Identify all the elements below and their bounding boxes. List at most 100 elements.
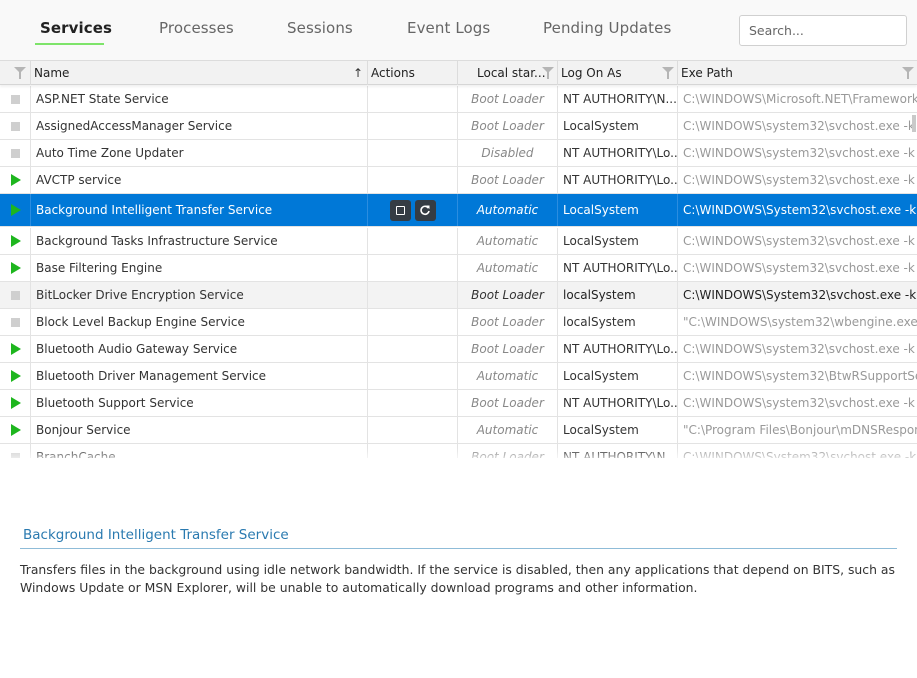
table-row[interactable]: ASP.NET State Service Boot Loader NT AUTHO… <box>0 86 917 113</box>
exe-path: C:\WINDOWS\system32\svchost.exe -k A... <box>683 119 917 133</box>
exe-path: C:\WINDOWS\system32\svchost.exe -k L... <box>683 342 917 356</box>
table-row[interactable]: AssignedAccessManager Service Boot Loader… <box>0 113 917 140</box>
table-row[interactable]: BitLocker Drive Encryption Service Boot L… <box>0 282 917 309</box>
log-on-as: NT AUTHORITY\Lo... <box>558 255 678 281</box>
actions-cell <box>368 444 458 458</box>
exe-path: C:\WINDOWS\system32\svchost.exe -k L... <box>683 396 917 410</box>
table-row[interactable]: Bluetooth Driver Management Service Autom… <box>0 363 917 390</box>
active-tab-indicator <box>35 43 104 45</box>
header-exe-path[interactable]: Exe Path <box>678 61 917 85</box>
startup-type: Boot Loader <box>458 86 558 112</box>
stopped-icon <box>10 94 20 104</box>
startup-type: Boot Loader <box>458 336 558 362</box>
service-name: ASP.NET State Service <box>31 86 368 112</box>
actions-cell <box>368 363 458 389</box>
table-row[interactable]: Bonjour Service Automatic LocalSystem "C:\P… <box>0 417 917 444</box>
running-icon <box>11 424 21 436</box>
header-name[interactable]: Name ↑ <box>31 61 368 85</box>
service-name: Background Intelligent Transfer Service <box>31 194 368 226</box>
stopped-icon <box>10 317 20 327</box>
services-grid: Name ↑ Actions Local star... Log On As E… <box>0 60 917 458</box>
exe-path: C:\WINDOWS\Microsoft.NET\Framework... <box>683 92 917 106</box>
actions-cell <box>368 86 458 112</box>
startup-type: Automatic <box>458 228 558 254</box>
log-on-as: NT AUTHORITY\Lo... <box>558 390 678 416</box>
startup-type: Boot Loader <box>458 390 558 416</box>
service-name: Bluetooth Driver Management Service <box>31 363 368 389</box>
actions-cell <box>368 336 458 362</box>
header-status <box>0 61 31 85</box>
actions-cell <box>368 309 458 335</box>
actions-cell <box>368 167 458 193</box>
service-name: Bluetooth Audio Gateway Service <box>31 336 368 362</box>
table-row[interactable]: Block Level Backup Engine Service Boot Lo… <box>0 309 917 336</box>
table-row[interactable]: Bluetooth Audio Gateway Service Boot Load… <box>0 336 917 363</box>
filter-icon[interactable] <box>662 67 674 79</box>
actions-cell <box>368 282 458 308</box>
status-cell <box>0 167 31 193</box>
startup-type: Automatic <box>458 363 558 389</box>
header-log-on-as[interactable]: Log On As <box>558 61 678 85</box>
exe-path: C:\WINDOWS\System32\svchost.exe -k n... <box>683 203 917 217</box>
log-on-as: LocalSystem <box>558 417 678 443</box>
log-on-as: NT AUTHORITY\Lo... <box>558 140 678 166</box>
table-row[interactable]: AVCTP service Boot Loader NT AUTHORITY\Lo.… <box>0 167 917 194</box>
table-row[interactable]: Base Filtering Engine Automatic NT AUTHORI… <box>0 255 917 282</box>
log-on-as: NT AUTHORITY\N... <box>558 444 678 458</box>
top-bar: Services Processes Sessions Event Logs P… <box>0 0 917 61</box>
header-name-label: Name <box>34 66 70 80</box>
search-input[interactable] <box>739 15 907 46</box>
table-row[interactable]: Bluetooth Support Service Boot Loader NT A… <box>0 390 917 417</box>
status-cell <box>0 363 31 389</box>
startup-type: Boot Loader <box>458 282 558 308</box>
status-cell <box>0 194 31 226</box>
startup-type: Disabled <box>458 140 558 166</box>
header-local-start[interactable]: Local star... <box>458 61 558 85</box>
header-actions: Actions <box>368 61 458 85</box>
filter-icon[interactable] <box>14 67 26 79</box>
running-icon <box>11 262 21 274</box>
actions-cell <box>368 113 458 139</box>
table-row[interactable]: BranchCache Boot Loader NT AUTHORITY\N... C… <box>0 444 917 458</box>
stopped-icon <box>10 290 20 300</box>
service-name: AssignedAccessManager Service <box>31 113 368 139</box>
stop-icon <box>395 205 405 215</box>
log-on-as: LocalSystem <box>558 113 678 139</box>
running-icon <box>11 370 21 382</box>
filter-icon[interactable] <box>542 67 554 79</box>
status-cell <box>0 282 31 308</box>
service-name: Base Filtering Engine <box>31 255 368 281</box>
tab-processes[interactable]: Processes <box>159 19 234 37</box>
status-cell <box>0 86 31 112</box>
log-on-as: NT AUTHORITY\Lo... <box>558 167 678 193</box>
tab-pending-updates[interactable]: Pending Updates <box>543 19 671 37</box>
table-row[interactable]: Auto Time Zone Updater Disabled NT AUTHORI… <box>0 140 917 167</box>
header-actions-label: Actions <box>371 66 415 80</box>
tab-event-logs[interactable]: Event Logs <box>407 19 490 37</box>
log-on-as: NT AUTHORITY\N... <box>558 86 678 112</box>
stopped-icon <box>10 148 20 158</box>
status-cell <box>0 309 31 335</box>
status-cell <box>0 140 31 166</box>
detail-description: Transfers files in the background using … <box>20 562 895 595</box>
startup-type: Automatic <box>458 417 558 443</box>
exe-path: C:\WINDOWS\System32\svchost.exe -k P... <box>683 450 917 458</box>
running-icon <box>11 343 21 355</box>
vertical-scrollbar[interactable] <box>912 115 916 132</box>
exe-path: C:\WINDOWS\system32\BtwRSupportSer... <box>683 369 917 383</box>
service-name: Block Level Backup Engine Service <box>31 309 368 335</box>
detail-divider <box>20 548 897 549</box>
table-row[interactable]: Background Intelligent Transfer Service A… <box>0 194 917 227</box>
tab-services[interactable]: Services <box>40 19 112 37</box>
tab-sessions[interactable]: Sessions <box>287 19 353 37</box>
stop-button[interactable] <box>389 199 411 221</box>
status-cell <box>0 390 31 416</box>
restart-button[interactable] <box>414 199 436 221</box>
exe-path: "C:\Program Files\Bonjour\mDNSRespon... <box>683 423 917 437</box>
table-row[interactable]: Background Tasks Infrastructure Service A… <box>0 228 917 255</box>
filter-icon[interactable] <box>902 67 914 79</box>
status-cell <box>0 113 31 139</box>
log-on-as: NT AUTHORITY\Lo... <box>558 336 678 362</box>
detail-title: Background Intelligent Transfer Service <box>23 527 289 543</box>
status-cell <box>0 417 31 443</box>
